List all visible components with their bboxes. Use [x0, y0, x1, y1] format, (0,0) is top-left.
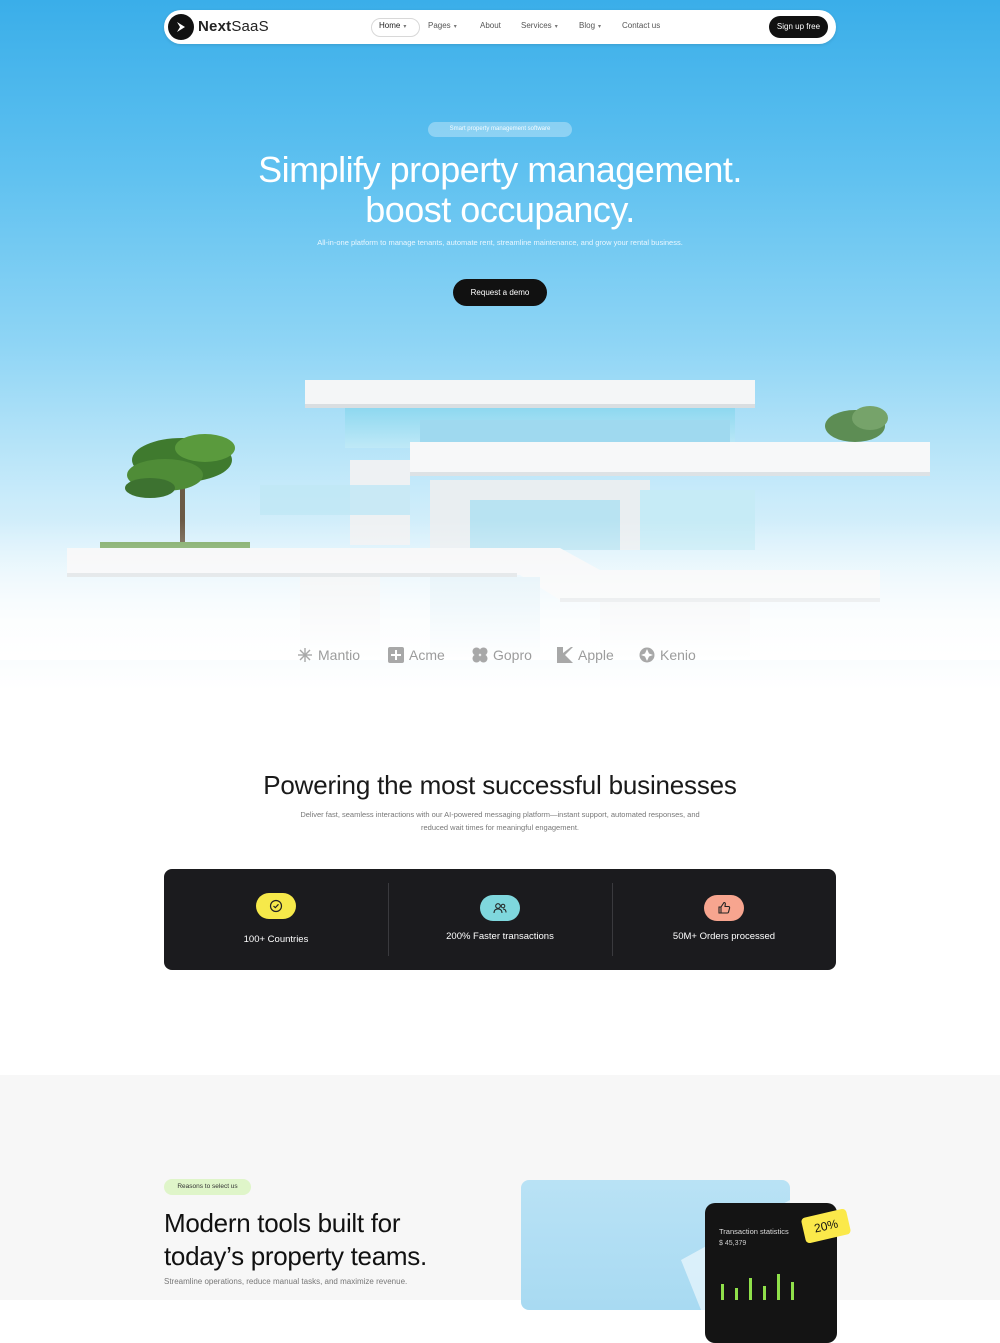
navbar: NextSaaS Home ▾ Pages ▾ About Services ▾ Bl…	[164, 10, 836, 44]
brand-apple: Apple	[557, 644, 614, 666]
nav-item-home[interactable]: Home ▾	[379, 21, 406, 30]
users-icon	[480, 895, 520, 921]
house-illustration	[0, 380, 1000, 660]
reasons-section: Reasons to select us Modern tools built …	[0, 1075, 1000, 1343]
hero-eyebrow-badge: Smart property management software	[428, 122, 572, 137]
request-demo-button[interactable]: Request a demo	[453, 279, 547, 306]
card-title: Transaction statistics	[719, 1227, 789, 1236]
stat-label: 50M+ Orders processed	[672, 931, 776, 942]
nav-item-contact[interactable]: Contact us	[622, 21, 660, 30]
stat-transactions: 200% Faster transactions	[388, 869, 612, 970]
brand-mantio: Mantio	[297, 644, 360, 666]
chevron-down-icon: ▾	[453, 24, 457, 30]
sunburst-icon	[297, 647, 313, 663]
nav-item-pages[interactable]: Pages ▾	[428, 21, 457, 30]
nav-item-blog[interactable]: Blog ▾	[579, 21, 601, 30]
powering-title: Powering the most successful businesses	[263, 770, 737, 800]
stat-countries: 100+ Countries	[164, 869, 388, 970]
chevron-down-icon: ▾	[554, 24, 558, 30]
hero-title: Simplify property management. boost occu…	[258, 149, 742, 230]
hero-section: NextSaaS Home ▾ Pages ▾ About Services ▾ Bl…	[0, 0, 1000, 690]
brand-acme: Acme	[388, 644, 445, 666]
signup-button[interactable]: Sign up free	[769, 16, 828, 38]
k-shape-icon	[557, 647, 573, 663]
plus-square-icon	[388, 647, 404, 663]
reasons-subtitle: Streamline operations, reduce manual tas…	[164, 1277, 408, 1286]
plant-right	[825, 406, 888, 442]
hero-subtitle: All-in-one platform to manage tenants, a…	[317, 238, 683, 247]
brand-kenio: Kenio	[639, 644, 696, 666]
card-value: $ 45,379	[719, 1240, 747, 1247]
chevron-down-icon: ▾	[598, 24, 602, 30]
logo-icon[interactable]	[168, 14, 194, 40]
brand-logos-row: Mantio Acme Gopro Apple Kenio	[0, 644, 1000, 666]
reasons-title: Modern tools built for today’s property …	[164, 1208, 427, 1271]
chevron-down-icon: ▾	[403, 24, 407, 30]
logo-text[interactable]: NextSaaS	[198, 18, 269, 35]
stat-orders: 50M+ Orders processed	[612, 869, 836, 970]
nav-item-about[interactable]: About	[480, 21, 501, 30]
star-circle-icon	[639, 647, 655, 663]
reasons-tag: Reasons to select us	[164, 1179, 251, 1195]
powering-subtitle: Deliver fast, seamless interactions with…	[300, 810, 700, 832]
stat-label: 100+ Countries	[243, 934, 309, 945]
brand-gopro: Gopro	[472, 644, 532, 666]
stats-card: 100+ Countries 200% Faster transactions …	[164, 869, 836, 970]
check-badge-icon	[256, 893, 296, 919]
nav-item-services[interactable]: Services ▾	[521, 21, 558, 30]
clover-icon	[472, 647, 488, 663]
stat-label: 200% Faster transactions	[446, 931, 554, 942]
bar-chart-mini	[721, 1274, 794, 1300]
thumbs-up-icon	[704, 895, 744, 921]
